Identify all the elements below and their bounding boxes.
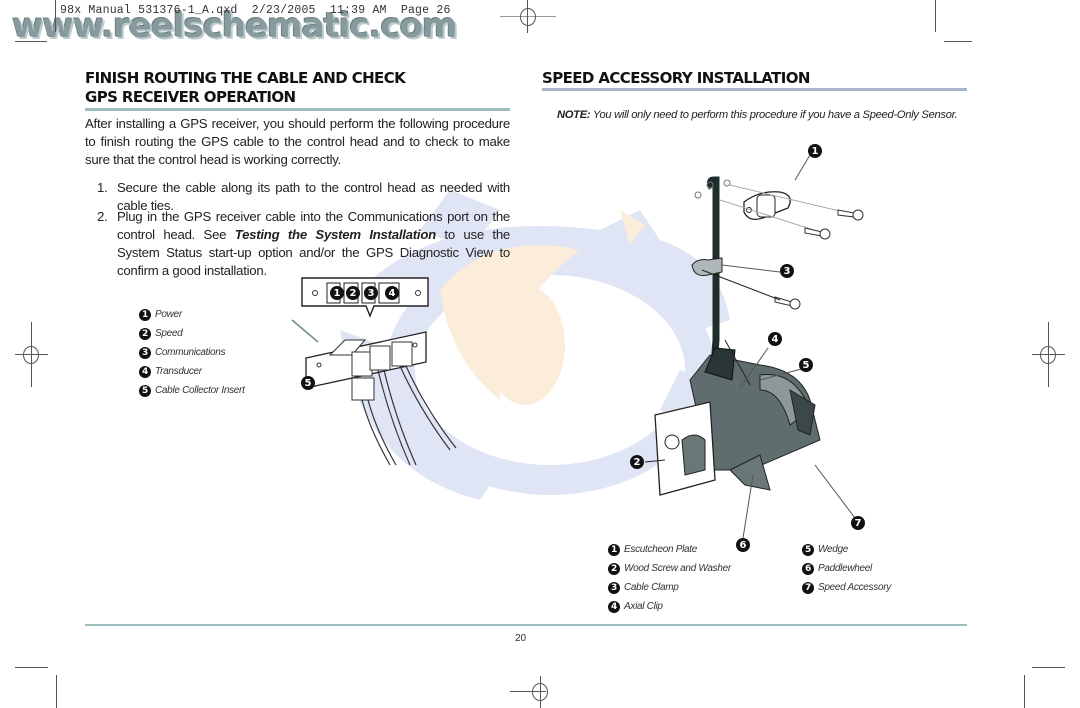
legend-item: 3 Communications: [139, 343, 245, 362]
registration-mark: [1040, 346, 1056, 364]
legend-label: Communications: [155, 347, 226, 358]
right-heading: SPEED ACCESSORY INSTALLATION: [542, 69, 810, 87]
number-badge: 1: [608, 543, 620, 556]
port-number-2: 2: [346, 286, 360, 300]
cross-reference-link[interactable]: Testing the System Installation: [235, 227, 436, 242]
crop-mark: [1024, 675, 1025, 708]
number-badge: 3: [139, 346, 151, 359]
callout-cable-collector: 5: [301, 376, 315, 390]
registration-mark: [520, 8, 536, 26]
intro-paragraph: After installing a GPS receiver, you sho…: [85, 116, 510, 167]
crop-mark: [15, 667, 48, 668]
legend-label: Cable Collector Insert: [155, 385, 245, 396]
callout-escutcheon-plate: 1: [808, 144, 822, 158]
connector-legend: 1 Power 2 Speed 3 Communications 4 Transduce…: [139, 305, 245, 400]
legend-label: Escutcheon Plate: [624, 544, 698, 555]
legend-item: 1 Power: [139, 305, 245, 324]
crop-mark: [1032, 667, 1065, 668]
legend-item: 6 Paddlewheel: [802, 559, 891, 578]
legend-label: Wood Screw and Washer: [624, 563, 731, 574]
number-badge: 5: [139, 384, 151, 397]
number-badge: 4: [608, 600, 620, 613]
callout-wood-screw: 2: [630, 455, 644, 469]
legend-item: 3 Cable Clamp: [608, 578, 731, 597]
right-heading-rule: [542, 88, 967, 91]
legend-item: 4 Axial Clip: [608, 597, 731, 616]
legend-item: 5 Cable Collector Insert: [139, 381, 245, 400]
legend-item: 2 Wood Screw and Washer: [608, 559, 731, 578]
note: NOTE: You will only need to perform this…: [557, 109, 977, 121]
heading-line-2: GPS RECEIVER OPERATION: [85, 88, 296, 106]
number-badge: 3: [608, 581, 620, 594]
step-number: 2.: [97, 209, 108, 224]
number-badge: 5: [802, 543, 814, 556]
number-badge: 6: [802, 562, 814, 575]
callout-wedge: 5: [799, 358, 813, 372]
crop-mark: [15, 41, 47, 42]
legend-item: 2 Speed: [139, 324, 245, 343]
legend-label: Axial Clip: [624, 601, 663, 612]
port-number-4: 4: [385, 286, 399, 300]
crop-mark: [944, 41, 972, 42]
heading-line-1: FINISH ROUTING THE CABLE AND CHECK: [85, 69, 406, 87]
number-badge: 2: [608, 562, 620, 575]
parts-legend-col-2: 5 Wedge 6 Paddlewheel 7 Speed Accessory: [802, 540, 891, 597]
callout-axial-clip: 4: [768, 332, 782, 346]
port-number-3: 3: [364, 286, 378, 300]
footer-rule: [85, 624, 967, 626]
registration-mark: [23, 346, 39, 364]
number-badge: 2: [139, 327, 151, 340]
legend-item: 4 Transducer: [139, 362, 245, 381]
legend-label: Wedge: [818, 544, 849, 555]
crop-mark: [55, 0, 56, 32]
page-number: 20: [515, 633, 527, 644]
legend-label: Power: [155, 309, 182, 320]
note-label: NOTE:: [557, 109, 591, 121]
speed-accessory-illustration: [644, 154, 864, 539]
legend-item: 1 Escutcheon Plate: [608, 540, 731, 559]
callout-cable-clamp: 3: [780, 264, 794, 278]
callout-speed-accessory: 7: [851, 516, 865, 530]
left-heading: FINISH ROUTING THE CABLE AND CHECK GPS R…: [85, 69, 515, 107]
note-text: You will only need to perform this proce…: [590, 109, 958, 121]
number-badge: 4: [139, 365, 151, 378]
number-badge: 7: [802, 581, 814, 594]
crop-mark: [935, 0, 936, 32]
parts-legend-col-1: 1 Escutcheon Plate 2 Wood Screw and Washer…: [608, 540, 731, 616]
legend-label: Transducer: [155, 366, 202, 377]
legend-item: 5 Wedge: [802, 540, 891, 559]
legend-item: 7 Speed Accessory: [802, 578, 891, 597]
registration-mark: [532, 683, 548, 701]
connector-illustration: [291, 277, 457, 466]
number-badge: 1: [139, 308, 151, 321]
left-heading-rule: [85, 108, 510, 111]
legend-label: Speed: [155, 328, 183, 339]
legend-label: Cable Clamp: [624, 582, 679, 593]
crop-mark: [56, 675, 57, 708]
callout-paddlewheel: 6: [736, 538, 750, 552]
legend-label: Paddlewheel: [818, 563, 872, 574]
port-number-1: 1: [330, 286, 344, 300]
legend-label: Speed Accessory: [818, 582, 891, 593]
print-slug: 98x Manual 531376-1_A.qxd 2/23/2005 11:3…: [60, 4, 451, 17]
